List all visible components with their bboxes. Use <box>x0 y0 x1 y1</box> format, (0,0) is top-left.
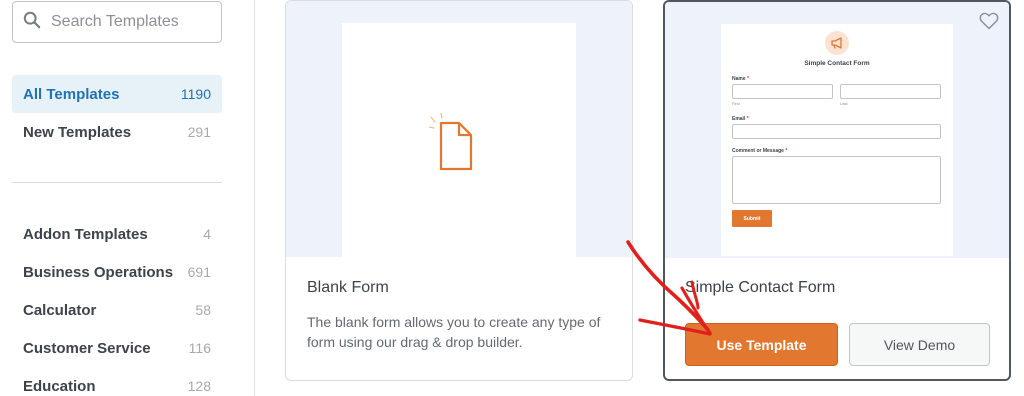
search-icon <box>23 11 41 34</box>
category-business-operations[interactable]: Business Operations 691 <box>12 253 222 291</box>
template-grid: Blank Form The blank form allows you to … <box>256 0 1024 396</box>
template-card-blank-form[interactable]: Blank Form The blank form allows you to … <box>285 0 633 381</box>
category-label: Customer Service <box>23 339 151 357</box>
preview-page: Simple Contact Form Name * First Last Em… <box>721 24 953 256</box>
view-demo-button[interactable]: View Demo <box>849 323 990 366</box>
sidebar-divider <box>12 182 222 183</box>
preview-submit-button: Submit <box>732 210 772 227</box>
category-count: 291 <box>187 124 211 140</box>
preview-name-label: Name * <box>732 76 749 82</box>
category-new-templates[interactable]: New Templates 291 <box>12 113 222 151</box>
preview-page <box>342 23 576 257</box>
use-template-button[interactable]: Use Template <box>685 323 838 366</box>
template-preview: Simple Contact Form Name * First Last Em… <box>665 2 1009 258</box>
preview-first-name-field <box>732 84 833 99</box>
preview-last-sublabel: Last <box>840 101 848 106</box>
category-count: 4 <box>203 226 211 242</box>
preview-form-title: Simple Contact Form <box>804 60 870 67</box>
category-count: 128 <box>187 378 211 394</box>
preview-email-field <box>732 124 941 139</box>
category-customer-service[interactable]: Customer Service 116 <box>12 329 222 367</box>
card-description: The blank form allows you to create any … <box>307 314 601 350</box>
blank-document-icon <box>428 112 479 173</box>
search-input[interactable] <box>51 13 211 31</box>
category-label: Business Operations <box>23 263 174 281</box>
category-label: New Templates <box>23 123 132 141</box>
category-count: 1190 <box>180 86 211 102</box>
category-count: 116 <box>188 340 211 356</box>
preview-first-sublabel: First <box>732 101 740 106</box>
category-label: Calculator <box>23 301 97 319</box>
preview-comment-label: Comment or Message * <box>732 148 788 154</box>
category-education[interactable]: Education 128 <box>12 367 222 396</box>
template-preview <box>286 1 632 257</box>
category-label: Education <box>23 377 96 395</box>
card-title: Blank Form <box>307 279 389 296</box>
search-box[interactable] <box>12 1 222 43</box>
category-all-templates[interactable]: All Templates 1190 <box>12 75 222 113</box>
category-label: Addon Templates <box>23 225 148 243</box>
preview-comment-field <box>732 156 941 204</box>
preview-last-name-field <box>840 84 941 99</box>
category-count: 58 <box>195 302 211 318</box>
category-addon-templates[interactable]: Addon Templates 4 <box>12 215 222 253</box>
template-card-simple-contact-form[interactable]: Simple Contact Form Name * First Last Em… <box>663 0 1011 381</box>
megaphone-icon <box>825 31 849 55</box>
category-label: All Templates <box>23 85 120 103</box>
category-calculator[interactable]: Calculator 58 <box>12 291 222 329</box>
favorite-heart-icon[interactable] <box>979 12 999 30</box>
preview-email-label: Email * <box>732 116 749 122</box>
template-sidebar: All Templates 1190 New Templates 291 Add… <box>0 0 255 396</box>
card-title: Simple Contact Form <box>685 279 836 296</box>
category-count: 691 <box>187 264 211 280</box>
